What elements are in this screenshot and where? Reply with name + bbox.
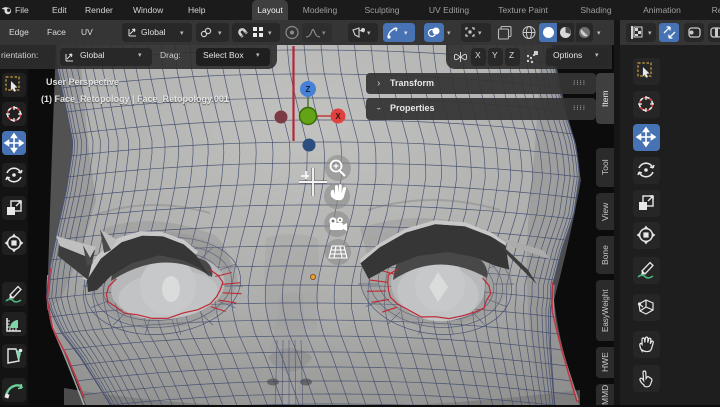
svg-text:Z: Z <box>306 85 311 94</box>
svg-text:X: X <box>335 112 341 121</box>
